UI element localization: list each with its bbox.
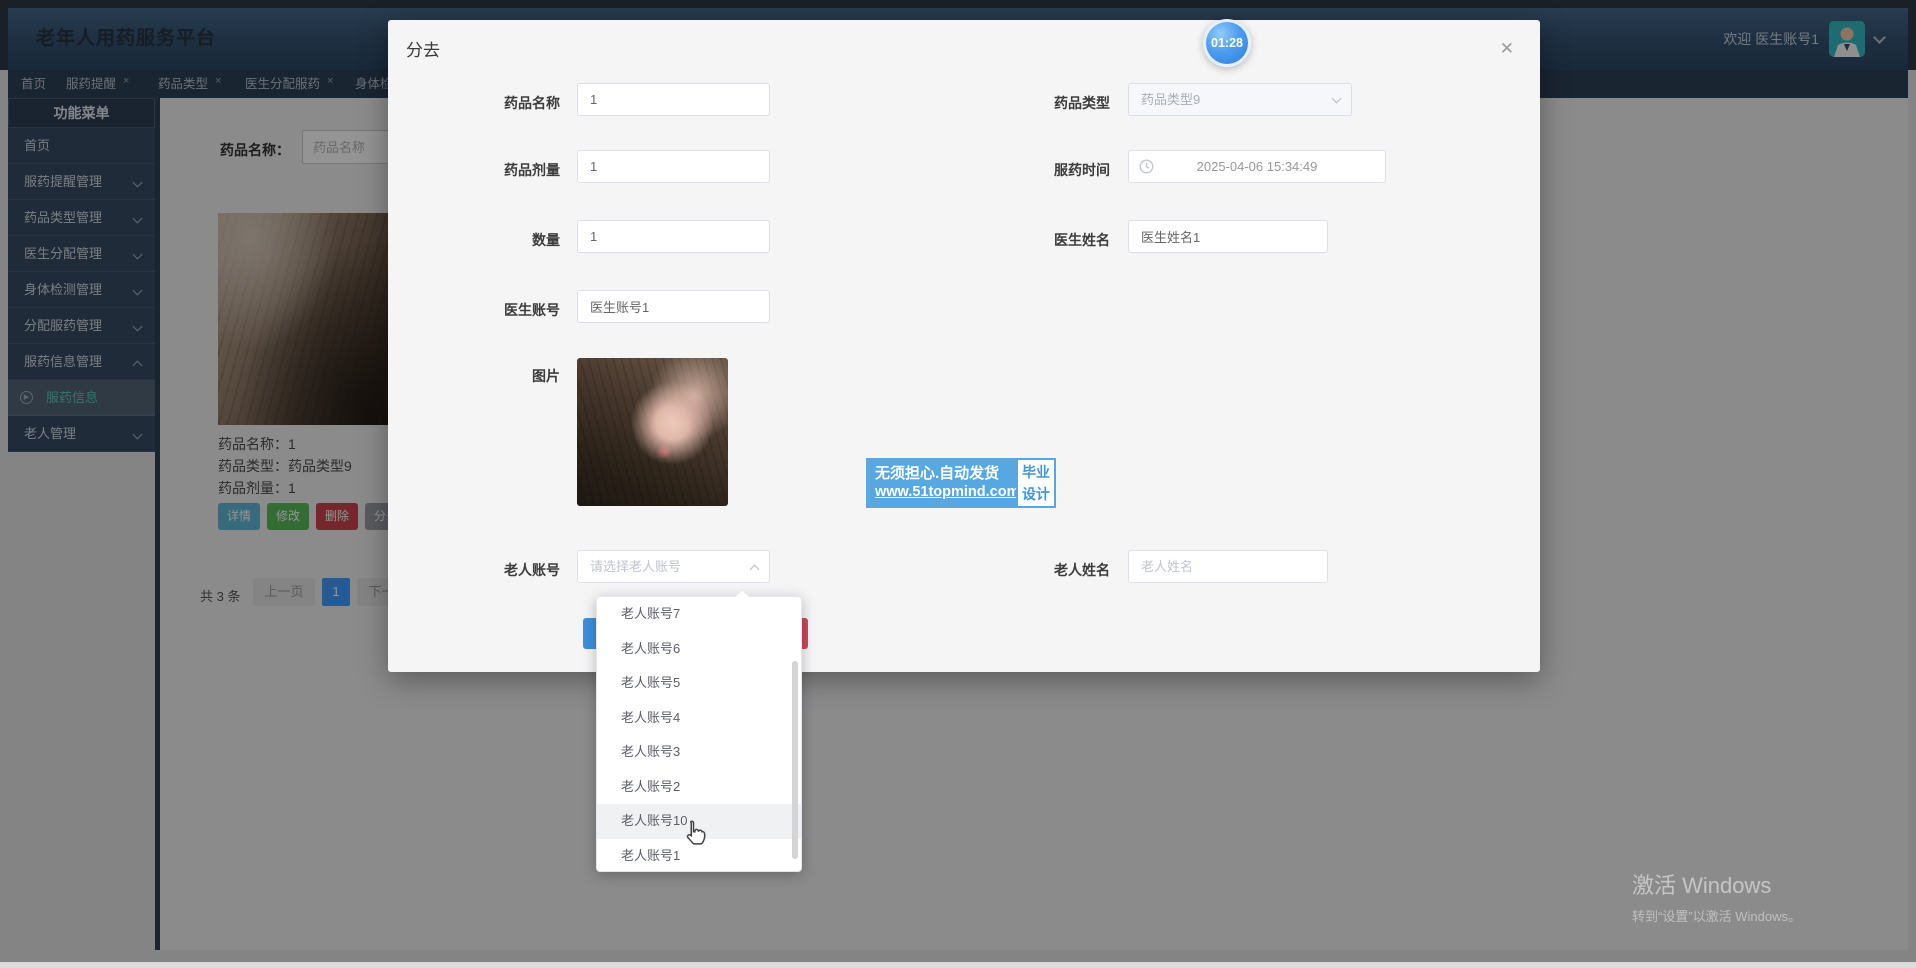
- field-label-image: 图片: [448, 366, 560, 386]
- ad-badge: 毕业 设计: [1016, 458, 1056, 508]
- screenshot-stage: 老年人用药服务平台 欢迎 医生账号1 首页 服药提醒× 药品类型× 医生分配服药…: [0, 0, 1916, 968]
- field-label-med-name: 药品名称: [448, 93, 560, 113]
- elder-name-input[interactable]: [1128, 550, 1328, 583]
- windows-activation-watermark: 激活 Windows 转到“设置”以激活 Windows。: [1632, 868, 1801, 925]
- med-dose-input[interactable]: [577, 150, 770, 183]
- dropdown-option[interactable]: 老人账号4: [597, 701, 801, 736]
- dropdown-option[interactable]: 老人账号5: [597, 666, 801, 701]
- med-time-picker[interactable]: 2025-04-06 15:34:49: [1128, 150, 1386, 183]
- field-label-quantity: 数量: [448, 230, 560, 250]
- recording-timer-badge: 01:28: [1203, 19, 1251, 67]
- hand-cursor: [682, 818, 708, 853]
- doctor-account-input[interactable]: [577, 290, 770, 323]
- ad-watermark: 无须担心.自动发货 www.51topmind.com 毕业 设计: [866, 458, 1056, 508]
- dropdown-option[interactable]: 老人账号6: [597, 632, 801, 667]
- dropdown-option[interactable]: 老人账号7: [597, 597, 801, 632]
- dropdown-option[interactable]: 老人账号2: [597, 770, 801, 805]
- field-label-elder-name: 老人姓名: [948, 560, 1110, 580]
- field-label-elder-account: 老人账号: [448, 560, 560, 580]
- med-name-input[interactable]: [577, 83, 770, 116]
- window-bottom-frame: [0, 962, 1916, 968]
- field-label-med-type: 药品类型: [948, 93, 1110, 113]
- dialog-title: 分去: [406, 36, 440, 61]
- field-label-doctor-account: 医生账号: [448, 300, 560, 320]
- chevron-down-icon: [1332, 94, 1342, 104]
- field-label-med-time: 服药时间: [948, 160, 1110, 180]
- field-label-med-dose: 药品剂量: [448, 160, 560, 180]
- quantity-input[interactable]: [577, 220, 770, 253]
- med-type-select[interactable]: 药品类型9: [1128, 83, 1352, 116]
- dropdown-option[interactable]: 老人账号3: [597, 735, 801, 770]
- dropdown-scrollbar[interactable]: [792, 661, 798, 859]
- close-icon[interactable]: ✕: [1500, 40, 1514, 57]
- assign-dialog: 分去 ✕ 药品名称 药品类型 药品类型9 药品剂量 服药时间 2025-04-0…: [388, 20, 1540, 672]
- chevron-up-icon: [750, 565, 760, 575]
- doctor-name-input[interactable]: [1128, 220, 1328, 253]
- field-label-doctor-name: 医生姓名: [948, 230, 1110, 250]
- ad-text-block: 无须担心.自动发货 www.51topmind.com: [866, 458, 1016, 508]
- clock-icon: [1139, 159, 1154, 174]
- elder-account-select[interactable]: 请选择老人账号: [577, 550, 770, 583]
- medicine-image-preview: [577, 358, 728, 506]
- hand-cursor-icon: [682, 818, 708, 848]
